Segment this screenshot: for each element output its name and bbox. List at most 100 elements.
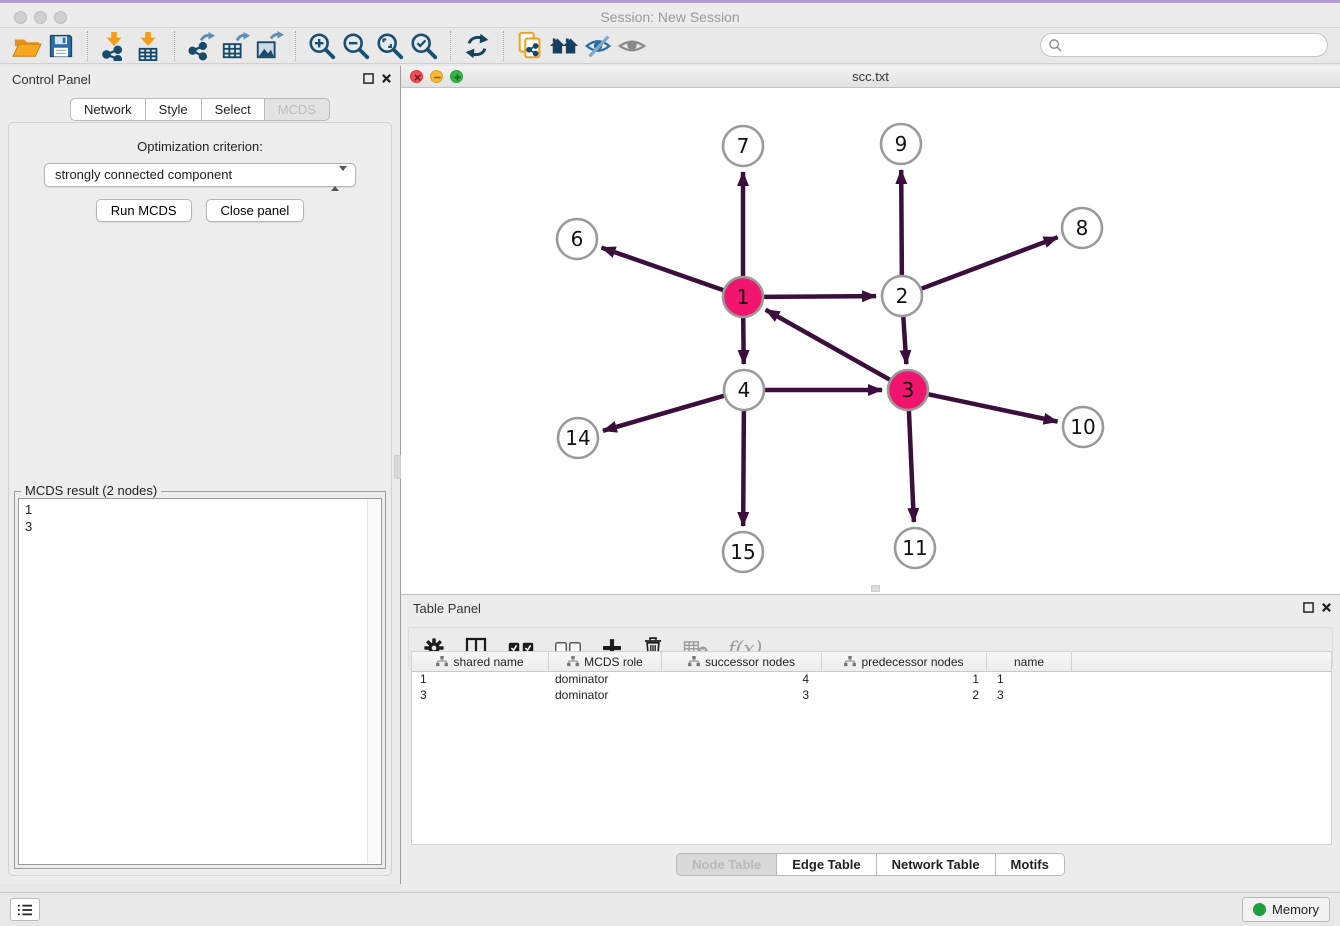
graph-node-9[interactable]: 9 [881, 124, 921, 164]
network-graph[interactable]: 7 9 6 8 1 2 4 3 14 10 15 11 [401, 88, 1340, 595]
graph-edge-1-6[interactable] [602, 248, 724, 290]
float-panel-icon[interactable] [363, 73, 374, 84]
main-toolbar [0, 28, 1340, 64]
svg-text:6: 6 [571, 227, 584, 251]
refresh-icon[interactable] [460, 30, 494, 62]
close-table-panel-icon[interactable] [1321, 602, 1332, 613]
table-row[interactable]: 3dominator323 [412, 688, 1331, 704]
result-scrollbar[interactable] [367, 500, 380, 863]
network-canvas[interactable]: 7 9 6 8 1 2 4 3 14 10 15 11 [401, 88, 1340, 594]
attribute-tree-icon [436, 656, 448, 667]
graph-edge-2-3[interactable] [903, 317, 906, 364]
zoom-fit-icon[interactable] [373, 30, 407, 62]
graph-edge-3-1[interactable] [766, 310, 890, 380]
first-neighbors-icon[interactable] [547, 30, 581, 62]
svg-text:10: 10 [1070, 415, 1095, 439]
table-cell[interactable]: 3 [987, 688, 1072, 704]
save-session-icon[interactable] [44, 30, 78, 62]
close-panel-button[interactable]: Close panel [206, 199, 305, 222]
graph-node-10[interactable]: 10 [1063, 407, 1103, 447]
graph-edge-2-9[interactable] [901, 170, 902, 275]
import-table-icon[interactable] [131, 30, 165, 62]
graph-node-2[interactable]: 2 [882, 276, 922, 316]
svg-text:3: 3 [902, 378, 915, 402]
search-box[interactable] [1040, 33, 1328, 57]
zoom-out-icon[interactable] [339, 30, 373, 62]
tab-mcds[interactable]: MCDS [265, 98, 330, 121]
svg-text:15: 15 [730, 540, 755, 564]
column-header-predecessor-nodes[interactable]: predecessor nodes [822, 652, 987, 671]
graph-node-14[interactable]: 14 [558, 418, 598, 458]
tab-edge-table[interactable]: Edge Table [777, 853, 876, 876]
table-cell[interactable]: 3 [412, 688, 549, 704]
control-panel-tabs: Network Style Select MCDS [0, 98, 400, 121]
table-cell[interactable]: 3 [662, 688, 822, 704]
clone-network-icon[interactable] [513, 30, 547, 62]
tab-motifs[interactable]: Motifs [996, 853, 1065, 876]
search-input[interactable] [1063, 38, 1327, 52]
optimization-criterion-select[interactable]: strongly connected component [44, 163, 356, 187]
show-all-eye-icon[interactable] [615, 30, 649, 62]
graph-edge-4-15[interactable] [743, 411, 744, 526]
attribute-tree-icon [688, 656, 700, 667]
zoom-in-icon[interactable] [305, 30, 339, 62]
graph-edge-2-8[interactable] [922, 237, 1058, 288]
table-cell[interactable]: 1 [987, 672, 1072, 688]
mcds-result-line: 1 [25, 501, 381, 518]
network-window-titlebar: scc.txt [401, 66, 1340, 88]
graph-node-7[interactable]: 7 [723, 126, 763, 166]
table-cell[interactable]: dominator [549, 688, 662, 704]
column-header-successor-nodes[interactable]: successor nodes [662, 652, 822, 671]
tab-style[interactable]: Style [146, 98, 202, 121]
attribute-tree-icon [844, 656, 856, 667]
table-cell[interactable]: 2 [822, 688, 987, 704]
graph-node-11[interactable]: 11 [895, 528, 935, 568]
column-header-shared-name[interactable]: shared name [412, 652, 549, 671]
graph-node-3[interactable]: 3 [888, 370, 928, 410]
export-table-icon[interactable] [218, 30, 252, 62]
control-panel-title: Control Panel [12, 72, 91, 87]
graph-node-6[interactable]: 6 [557, 219, 597, 259]
graph-edge-3-11[interactable] [909, 411, 914, 522]
workspace: scc.txt 7 9 6 8 1 2 4 3 14 10 15 11 T [401, 66, 1340, 890]
control-panel: Control Panel Network Style Select MCDS … [0, 66, 401, 884]
canvas-resize-grip[interactable] [871, 585, 880, 592]
table-row[interactable]: 1dominator411 [412, 672, 1331, 688]
graph-edge-1-2[interactable] [764, 296, 876, 297]
table-cell[interactable]: 1 [412, 672, 549, 688]
table-cell[interactable]: 1 [822, 672, 987, 688]
import-network-icon[interactable] [97, 30, 131, 62]
tab-network[interactable]: Network [70, 98, 146, 121]
mcds-result-textarea[interactable]: 13 [18, 498, 382, 865]
zoom-selected-icon[interactable] [407, 30, 441, 62]
node-table: shared name MCDS role successor nodes pr… [411, 651, 1332, 845]
graph-node-15[interactable]: 15 [723, 532, 763, 572]
graph-edge-3-10[interactable] [929, 394, 1058, 421]
open-session-icon[interactable] [10, 30, 44, 62]
toolbar-separator [174, 31, 175, 61]
float-table-panel-icon[interactable] [1303, 602, 1314, 613]
splitter-grip[interactable] [394, 455, 401, 479]
export-network-icon[interactable] [184, 30, 218, 62]
graph-node-4[interactable]: 4 [724, 370, 764, 410]
tab-node-table[interactable]: Node Table [676, 853, 777, 876]
tab-select[interactable]: Select [202, 98, 265, 121]
tab-network-table[interactable]: Network Table [877, 853, 996, 876]
mcds-result-title: MCDS result (2 nodes) [21, 483, 161, 498]
svg-text:1: 1 [737, 285, 750, 309]
table-cell[interactable]: 4 [662, 672, 822, 688]
table-cell[interactable]: dominator [549, 672, 662, 688]
run-mcds-button[interactable]: Run MCDS [96, 199, 192, 222]
graph-node-8[interactable]: 8 [1062, 208, 1102, 248]
column-header-name[interactable]: name [987, 652, 1072, 671]
toolbar-separator [87, 31, 88, 61]
column-header-mcds-role[interactable]: MCDS role [549, 652, 662, 671]
graph-edge-4-14[interactable] [603, 396, 724, 431]
hide-selected-eye-icon[interactable] [581, 30, 615, 62]
export-image-icon[interactable] [252, 30, 286, 62]
task-history-button[interactable] [10, 898, 40, 921]
graph-node-1[interactable]: 1 [723, 277, 763, 317]
close-panel-icon[interactable] [381, 73, 392, 84]
memory-button[interactable]: Memory [1242, 897, 1330, 922]
select-stepper-icon [331, 168, 347, 190]
